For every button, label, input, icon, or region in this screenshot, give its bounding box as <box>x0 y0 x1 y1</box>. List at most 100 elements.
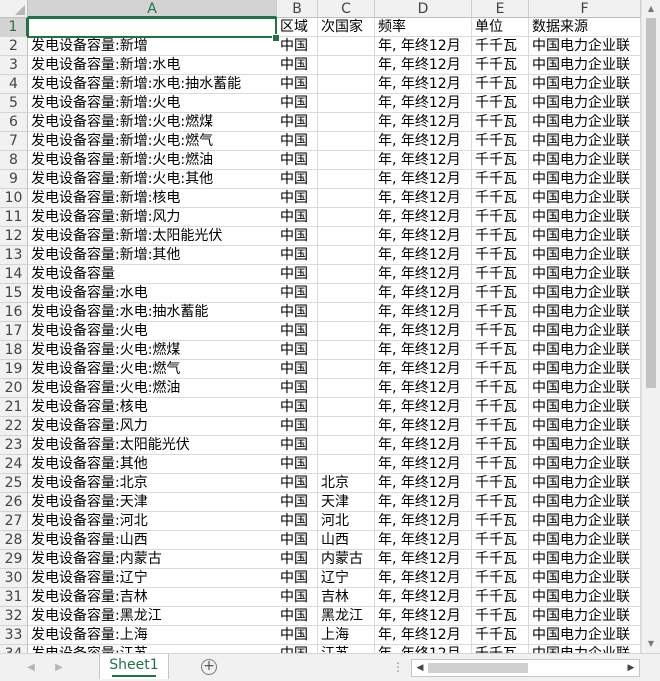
cell-e20[interactable]: 千千瓦 <box>472 379 529 398</box>
cell-c23[interactable] <box>318 436 375 455</box>
cell-c12[interactable] <box>318 227 375 246</box>
cell-a11[interactable]: 发电设备容量:新增:风力 <box>28 208 277 227</box>
cell-c9[interactable] <box>318 170 375 189</box>
horizontal-scroll-thumb[interactable] <box>428 663 528 673</box>
cell-e22[interactable]: 千千瓦 <box>472 417 529 436</box>
cell-a6[interactable]: 发电设备容量:新增:火电:燃煤 <box>28 113 277 132</box>
row-header-19[interactable]: 19 <box>0 360 28 379</box>
row-header-29[interactable]: 29 <box>0 550 28 569</box>
cell-a7[interactable]: 发电设备容量:新增:火电:燃气 <box>28 132 277 151</box>
cell-d8[interactable]: 年, 年终12月 <box>375 151 472 170</box>
cell-c10[interactable] <box>318 189 375 208</box>
cell-f6[interactable]: 中国电力企业联 <box>529 113 641 132</box>
cell-a26[interactable]: 发电设备容量:天津 <box>28 493 277 512</box>
cell-e19[interactable]: 千千瓦 <box>472 360 529 379</box>
cell-f2[interactable]: 中国电力企业联 <box>529 37 641 56</box>
cell-e24[interactable]: 千千瓦 <box>472 455 529 474</box>
cell-b12[interactable]: 中国 <box>277 227 318 246</box>
cell-e12[interactable]: 千千瓦 <box>472 227 529 246</box>
cell-b8[interactable]: 中国 <box>277 151 318 170</box>
cell-e2[interactable]: 千千瓦 <box>472 37 529 56</box>
cell-a25[interactable]: 发电设备容量:北京 <box>28 474 277 493</box>
cell-a34[interactable]: 发电设备容量:江苏 <box>28 645 277 653</box>
select-all-button[interactable] <box>0 0 28 18</box>
cell-a12[interactable]: 发电设备容量:新增:太阳能光伏 <box>28 227 277 246</box>
cell-a27[interactable]: 发电设备容量:河北 <box>28 512 277 531</box>
cell-a9[interactable]: 发电设备容量:新增:火电:其他 <box>28 170 277 189</box>
cell-a1[interactable] <box>28 18 277 37</box>
cell-d16[interactable]: 年, 年终12月 <box>375 303 472 322</box>
row-header-2[interactable]: 2 <box>0 37 28 56</box>
cell-f7[interactable]: 中国电力企业联 <box>529 132 641 151</box>
cell-a19[interactable]: 发电设备容量:火电:燃气 <box>28 360 277 379</box>
vertical-scrollbar[interactable]: ▲ ▼ <box>641 0 660 653</box>
cell-b3[interactable]: 中国 <box>277 56 318 75</box>
cell-d21[interactable]: 年, 年终12月 <box>375 398 472 417</box>
row-header-3[interactable]: 3 <box>0 56 28 75</box>
cell-b4[interactable]: 中国 <box>277 75 318 94</box>
cell-b22[interactable]: 中国 <box>277 417 318 436</box>
column-header-c[interactable]: C <box>318 0 375 18</box>
row-header-22[interactable]: 22 <box>0 417 28 436</box>
cell-a28[interactable]: 发电设备容量:山西 <box>28 531 277 550</box>
row-header-7[interactable]: 7 <box>0 132 28 151</box>
cell-f16[interactable]: 中国电力企业联 <box>529 303 641 322</box>
cell-a14[interactable]: 发电设备容量 <box>28 265 277 284</box>
row-header-16[interactable]: 16 <box>0 303 28 322</box>
cell-f3[interactable]: 中国电力企业联 <box>529 56 641 75</box>
cell-c20[interactable] <box>318 379 375 398</box>
cell-d3[interactable]: 年, 年终12月 <box>375 56 472 75</box>
cell-d15[interactable]: 年, 年终12月 <box>375 284 472 303</box>
cell-e3[interactable]: 千千瓦 <box>472 56 529 75</box>
cell-b30[interactable]: 中国 <box>277 569 318 588</box>
cell-d6[interactable]: 年, 年终12月 <box>375 113 472 132</box>
cell-b7[interactable]: 中国 <box>277 132 318 151</box>
cell-a31[interactable]: 发电设备容量:吉林 <box>28 588 277 607</box>
more-options-icon[interactable]: ⋮ <box>392 660 405 674</box>
cell-c5[interactable] <box>318 94 375 113</box>
row-header-18[interactable]: 18 <box>0 341 28 360</box>
row-header-6[interactable]: 6 <box>0 113 28 132</box>
cell-f4[interactable]: 中国电力企业联 <box>529 75 641 94</box>
plus-circle-icon[interactable]: + <box>201 659 217 675</box>
cell-c33[interactable]: 上海 <box>318 626 375 645</box>
cell-f11[interactable]: 中国电力企业联 <box>529 208 641 227</box>
cell-b32[interactable]: 中国 <box>277 607 318 626</box>
cell-d9[interactable]: 年, 年终12月 <box>375 170 472 189</box>
scroll-left-arrow-icon[interactable]: ◀ <box>413 661 427 675</box>
cell-d31[interactable]: 年, 年终12月 <box>375 588 472 607</box>
cell-c25[interactable]: 北京 <box>318 474 375 493</box>
triangle-right-icon[interactable]: ▶ <box>52 661 66 675</box>
cell-f10[interactable]: 中国电力企业联 <box>529 189 641 208</box>
cell-b10[interactable]: 中国 <box>277 189 318 208</box>
sheet-tab-sheet1[interactable]: Sheet1 <box>99 654 169 679</box>
cell-d20[interactable]: 年, 年终12月 <box>375 379 472 398</box>
cell-a20[interactable]: 发电设备容量:火电:燃油 <box>28 379 277 398</box>
cell-b34[interactable]: 中国 <box>277 645 318 653</box>
cell-d25[interactable]: 年, 年终12月 <box>375 474 472 493</box>
cell-e26[interactable]: 千千瓦 <box>472 493 529 512</box>
cell-c14[interactable] <box>318 265 375 284</box>
row-header-4[interactable]: 4 <box>0 75 28 94</box>
cell-f26[interactable]: 中国电力企业联 <box>529 493 641 512</box>
cell-c26[interactable]: 天津 <box>318 493 375 512</box>
cell-b24[interactable]: 中国 <box>277 455 318 474</box>
cell-b14[interactable]: 中国 <box>277 265 318 284</box>
cell-f22[interactable]: 中国电力企业联 <box>529 417 641 436</box>
cell-e10[interactable]: 千千瓦 <box>472 189 529 208</box>
cell-a33[interactable]: 发电设备容量:上海 <box>28 626 277 645</box>
cell-f9[interactable]: 中国电力企业联 <box>529 170 641 189</box>
cell-c29[interactable]: 内蒙古 <box>318 550 375 569</box>
cell-a8[interactable]: 发电设备容量:新增:火电:燃油 <box>28 151 277 170</box>
cell-d28[interactable]: 年, 年终12月 <box>375 531 472 550</box>
cell-e29[interactable]: 千千瓦 <box>472 550 529 569</box>
cell-d23[interactable]: 年, 年终12月 <box>375 436 472 455</box>
row-header-24[interactable]: 24 <box>0 455 28 474</box>
row-header-12[interactable]: 12 <box>0 227 28 246</box>
cell-d22[interactable]: 年, 年终12月 <box>375 417 472 436</box>
row-header-26[interactable]: 26 <box>0 493 28 512</box>
cell-b20[interactable]: 中国 <box>277 379 318 398</box>
cell-a16[interactable]: 发电设备容量:水电:抽水蓄能 <box>28 303 277 322</box>
row-header-14[interactable]: 14 <box>0 265 28 284</box>
cell-c32[interactable]: 黑龙江 <box>318 607 375 626</box>
